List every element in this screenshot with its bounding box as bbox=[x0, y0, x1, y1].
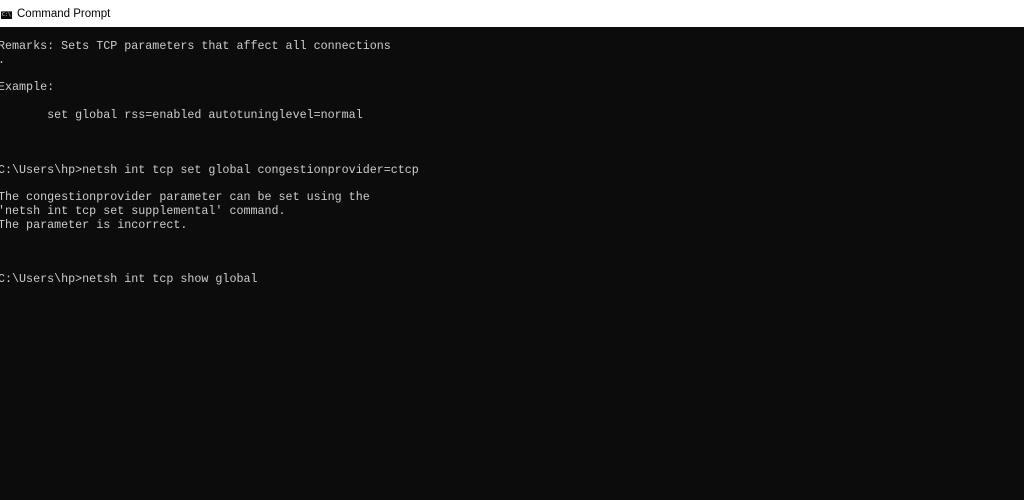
console-line-dot: . bbox=[0, 53, 5, 67]
console-line-output-1: The congestionprovider parameter can be … bbox=[0, 190, 370, 204]
command-prompt-icon[interactable] bbox=[1, 11, 12, 19]
console-output[interactable]: Remarks: Sets TCP parameters that affect… bbox=[0, 27, 1024, 500]
command-prompt-window: Command Prompt Remarks: Sets TCP paramet… bbox=[0, 0, 1024, 500]
console-line-remarks: Remarks: Sets TCP parameters that affect… bbox=[0, 39, 391, 53]
console-line-command-2[interactable]: C:\Users\hp>netsh int tcp show global bbox=[0, 272, 258, 286]
console-line-output-3: The parameter is incorrect. bbox=[0, 218, 188, 232]
console-line-command-1: C:\Users\hp>netsh int tcp set global con… bbox=[0, 163, 419, 177]
title-bar[interactable]: Command Prompt bbox=[0, 0, 1024, 30]
window-title: Command Prompt bbox=[17, 8, 111, 20]
console-line-output-2: 'netsh int tcp set supplemental' command… bbox=[0, 204, 286, 218]
console-line-example: Example: bbox=[0, 80, 55, 94]
console-line-example-command: set global rss=enabled autotuninglevel=n… bbox=[0, 108, 363, 122]
